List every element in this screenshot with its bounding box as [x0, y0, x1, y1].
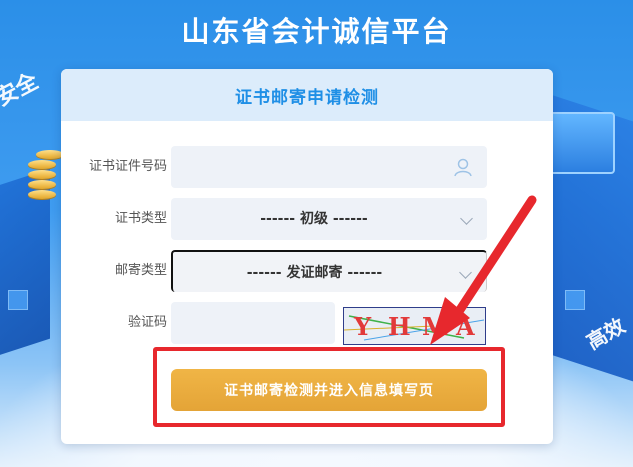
- decorative-cube-icon: [565, 290, 585, 310]
- submit-check-button[interactable]: 证书邮寄检测并进入信息填写页: [171, 369, 487, 411]
- cert-type-select[interactable]: ------ 初级 ------: [171, 198, 487, 240]
- mail-check-form-card: 证书邮寄申请检测 证书证件号码 证书类型 ------ 初级 ------ 邮寄…: [61, 69, 553, 444]
- form-row-cert-id: 证书证件号码: [61, 146, 553, 188]
- form-header: 证书邮寄申请检测: [61, 69, 553, 121]
- captcha-char-1: Y: [354, 312, 372, 341]
- form-row-cert-type: 证书类型 ------ 初级 ------: [61, 198, 553, 240]
- captcha-input[interactable]: [171, 302, 335, 344]
- decorative-monitor-icon: [547, 112, 615, 174]
- coin-stack-icon: [28, 160, 56, 169]
- decorative-cube-icon: [8, 290, 28, 310]
- mail-type-select[interactable]: ------ 发证邮寄 ------: [171, 250, 487, 292]
- coin-stack-icon: [28, 190, 56, 199]
- coin-stack-icon: [28, 180, 56, 189]
- form-row-mail-type: 邮寄类型 ------ 发证邮寄 ------: [61, 250, 553, 292]
- mail-type-selected-value: ------ 发证邮寄 ------: [246, 265, 383, 281]
- chevron-down-icon: [460, 212, 473, 225]
- mail-type-label: 邮寄类型: [114, 263, 167, 278]
- captcha-char-3: M: [422, 312, 449, 341]
- decorative-text-left: 安全: [0, 68, 43, 112]
- cert-id-input[interactable]: [171, 146, 487, 188]
- page-title: 山东省会计诚信平台: [181, 15, 452, 48]
- captcha-image[interactable]: Y H M A: [343, 307, 486, 345]
- chevron-down-icon: [459, 266, 472, 279]
- captcha-char-2: H: [388, 312, 411, 341]
- coin-stack-icon: [28, 170, 56, 179]
- coin-stack-icon: [36, 150, 64, 159]
- captcha-label: 验证码: [127, 315, 167, 330]
- user-icon: [454, 158, 472, 177]
- cert-type-selected-value: ------ 初级 ------: [260, 211, 368, 227]
- captcha-char-4: A: [456, 312, 475, 341]
- form-row-captcha: 验证码 Y H M A: [61, 302, 553, 345]
- cert-type-label: 证书类型: [114, 211, 167, 226]
- cert-id-label: 证书证件号码: [88, 159, 167, 174]
